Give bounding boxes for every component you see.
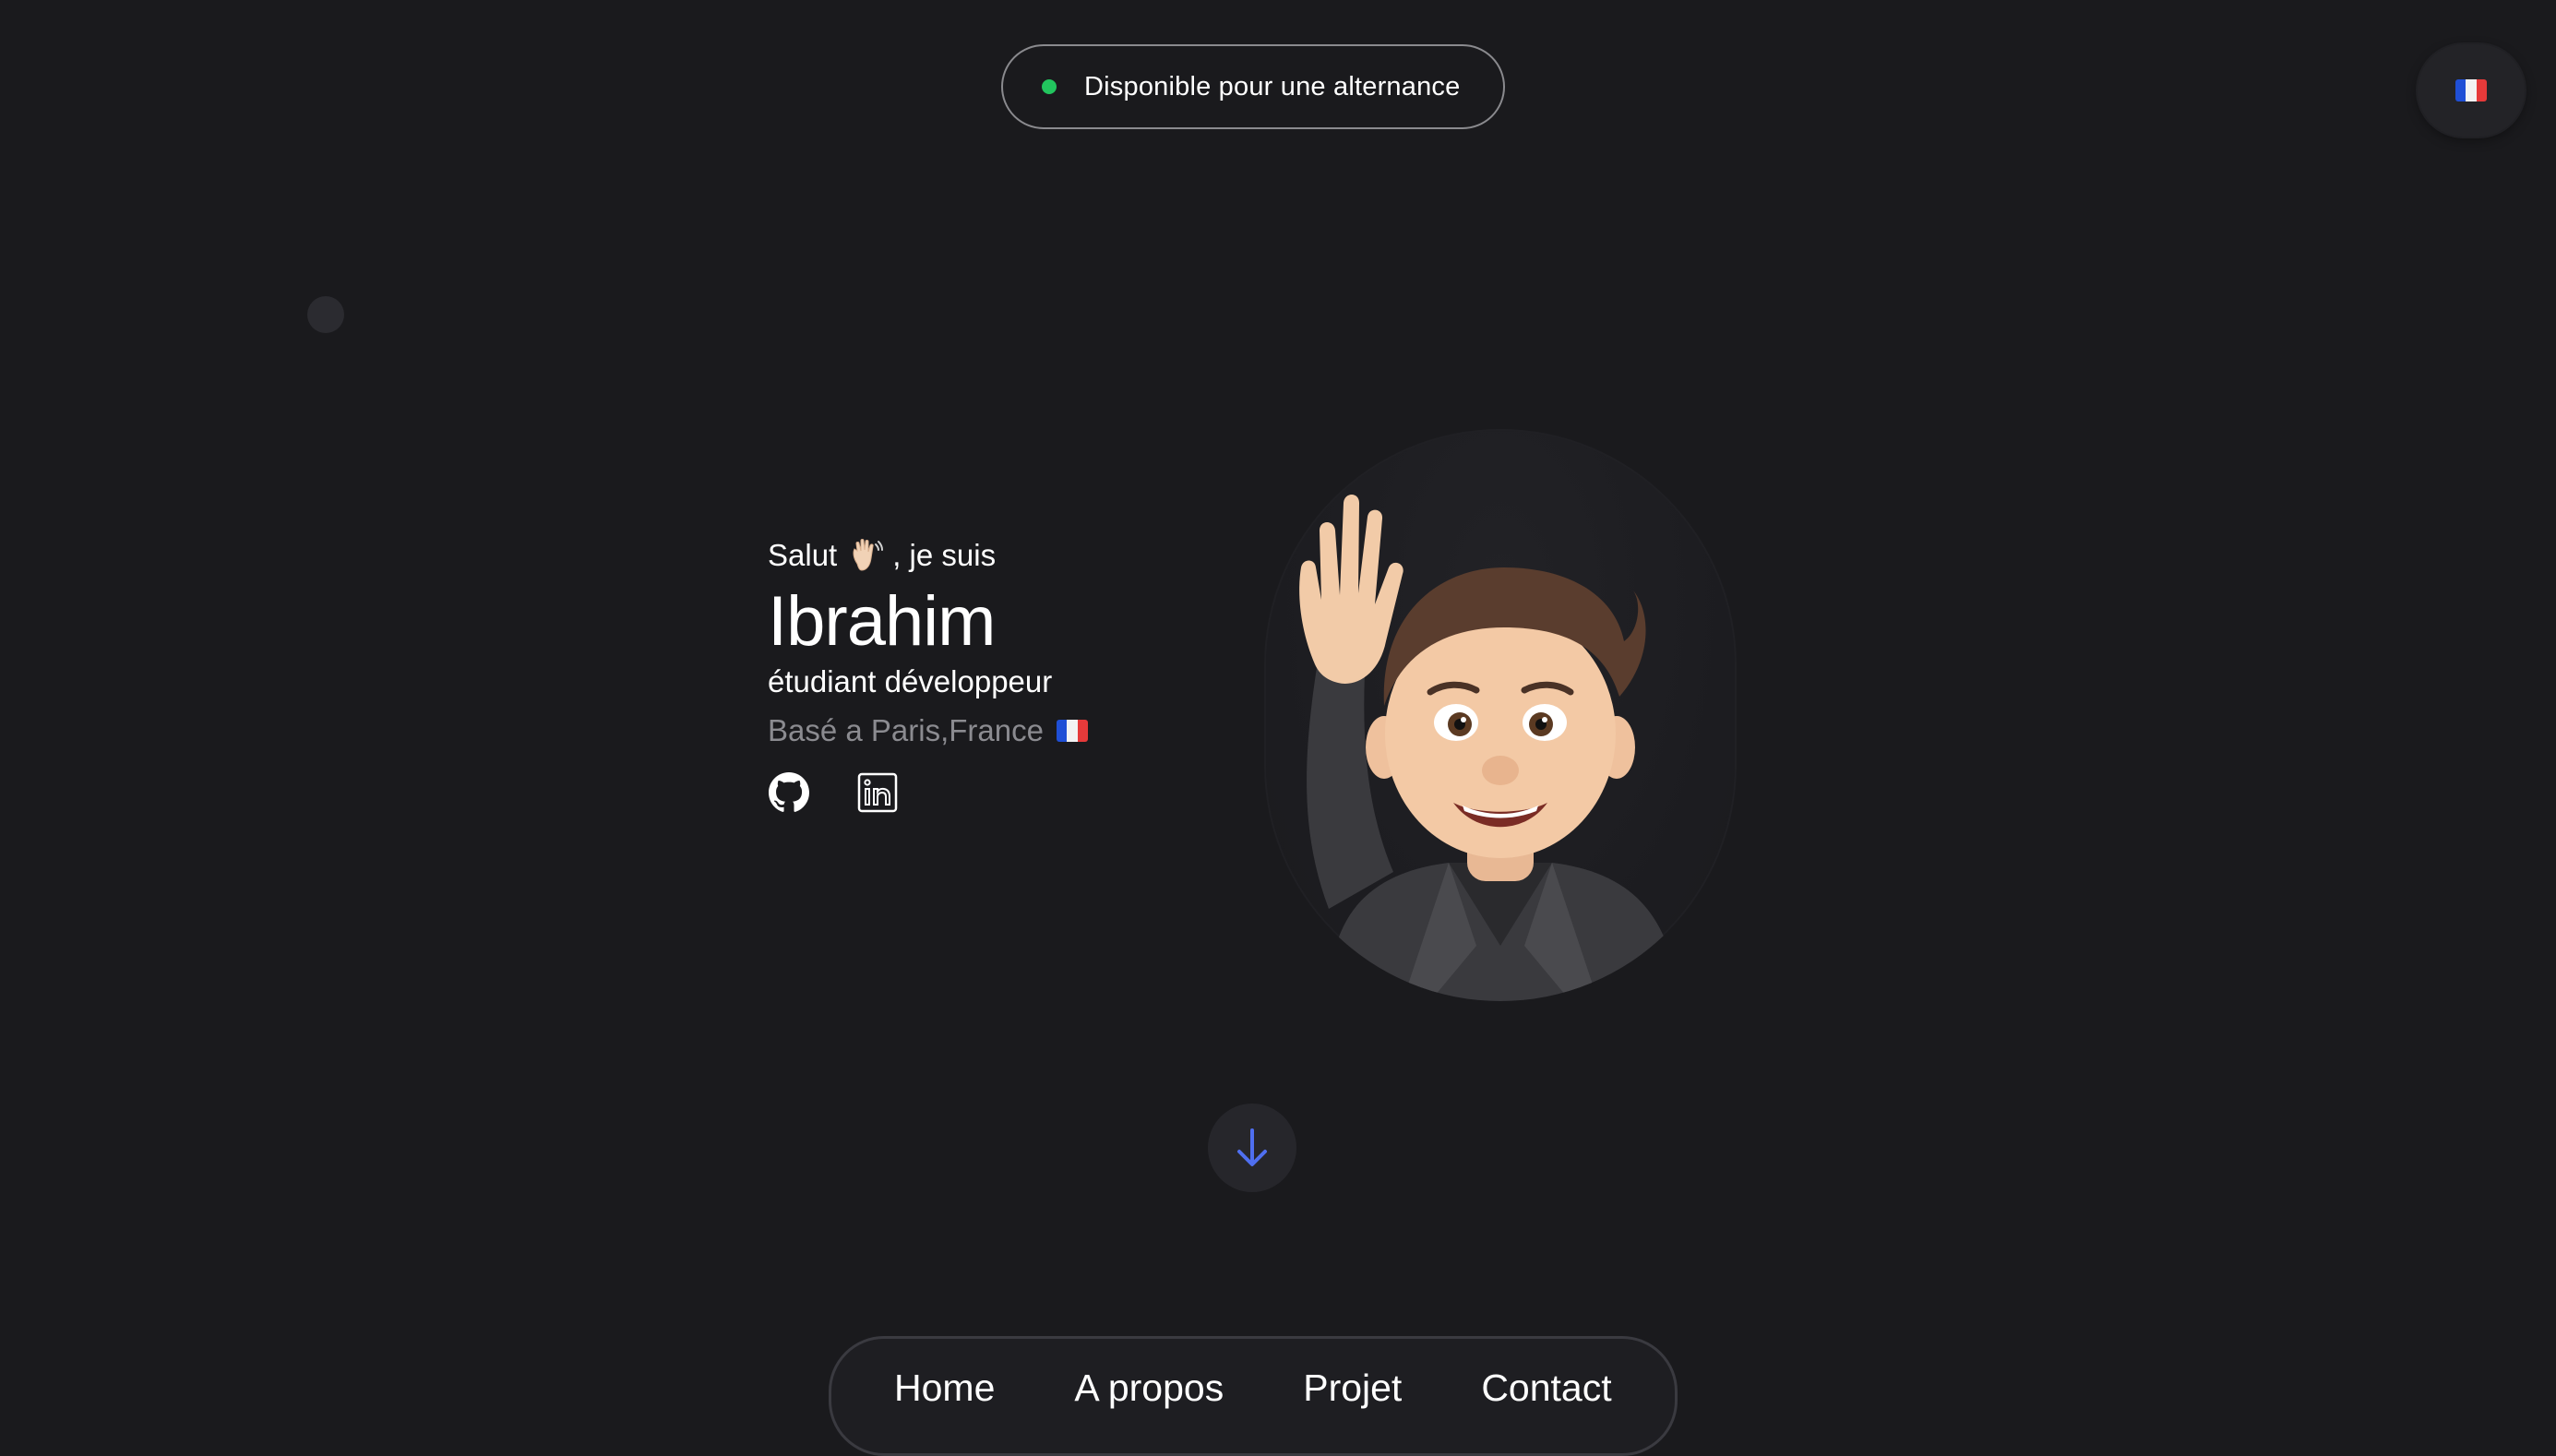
greeting-suffix: , je suis: [892, 538, 997, 572]
arrow-down-icon: [1237, 1128, 1267, 1166]
nav-item-home[interactable]: Home: [894, 1366, 995, 1410]
hero-role: étudiant développeur: [768, 664, 1053, 698]
greeting-text: Salut: [768, 538, 838, 572]
greeting: Salut , je suis: [768, 535, 1248, 576]
nav-item-about[interactable]: A propos: [1074, 1366, 1224, 1410]
availability-badge[interactable]: Disponible pour une alternance: [1001, 44, 1505, 129]
status-dot-icon: [1042, 79, 1057, 94]
github-icon: [769, 772, 809, 812]
location-text: Basé a Paris,France: [768, 713, 1044, 747]
hero-name: Ibrahim: [768, 582, 996, 661]
github-link[interactable]: [768, 771, 810, 814]
hero-intro: Salut , je suis Ibrahim étudiant dévelop…: [768, 535, 1248, 814]
flag-fr-icon: [1056, 720, 1088, 742]
flag-fr-icon: [2455, 79, 2487, 101]
avatar-illustration: [1299, 495, 1679, 1001]
nav-item-project[interactable]: Projet: [1303, 1366, 1402, 1410]
availability-label: Disponible pour une alternance: [1084, 71, 1461, 101]
social-links: [768, 771, 1248, 814]
avatar: [1264, 429, 1737, 1001]
nav-item-contact[interactable]: Contact: [1481, 1366, 1611, 1410]
scroll-down-button[interactable]: [1208, 1104, 1296, 1192]
cursor-dot: [307, 296, 344, 333]
linkedin-link[interactable]: [856, 771, 899, 814]
hero-location: Basé a Paris,France: [768, 709, 1248, 753]
bottom-nav: Home A propos Projet Contact: [829, 1336, 1678, 1456]
waving-hand-icon: [853, 539, 884, 571]
language-switcher-button[interactable]: [2418, 44, 2525, 137]
linkedin-icon: [857, 772, 898, 813]
